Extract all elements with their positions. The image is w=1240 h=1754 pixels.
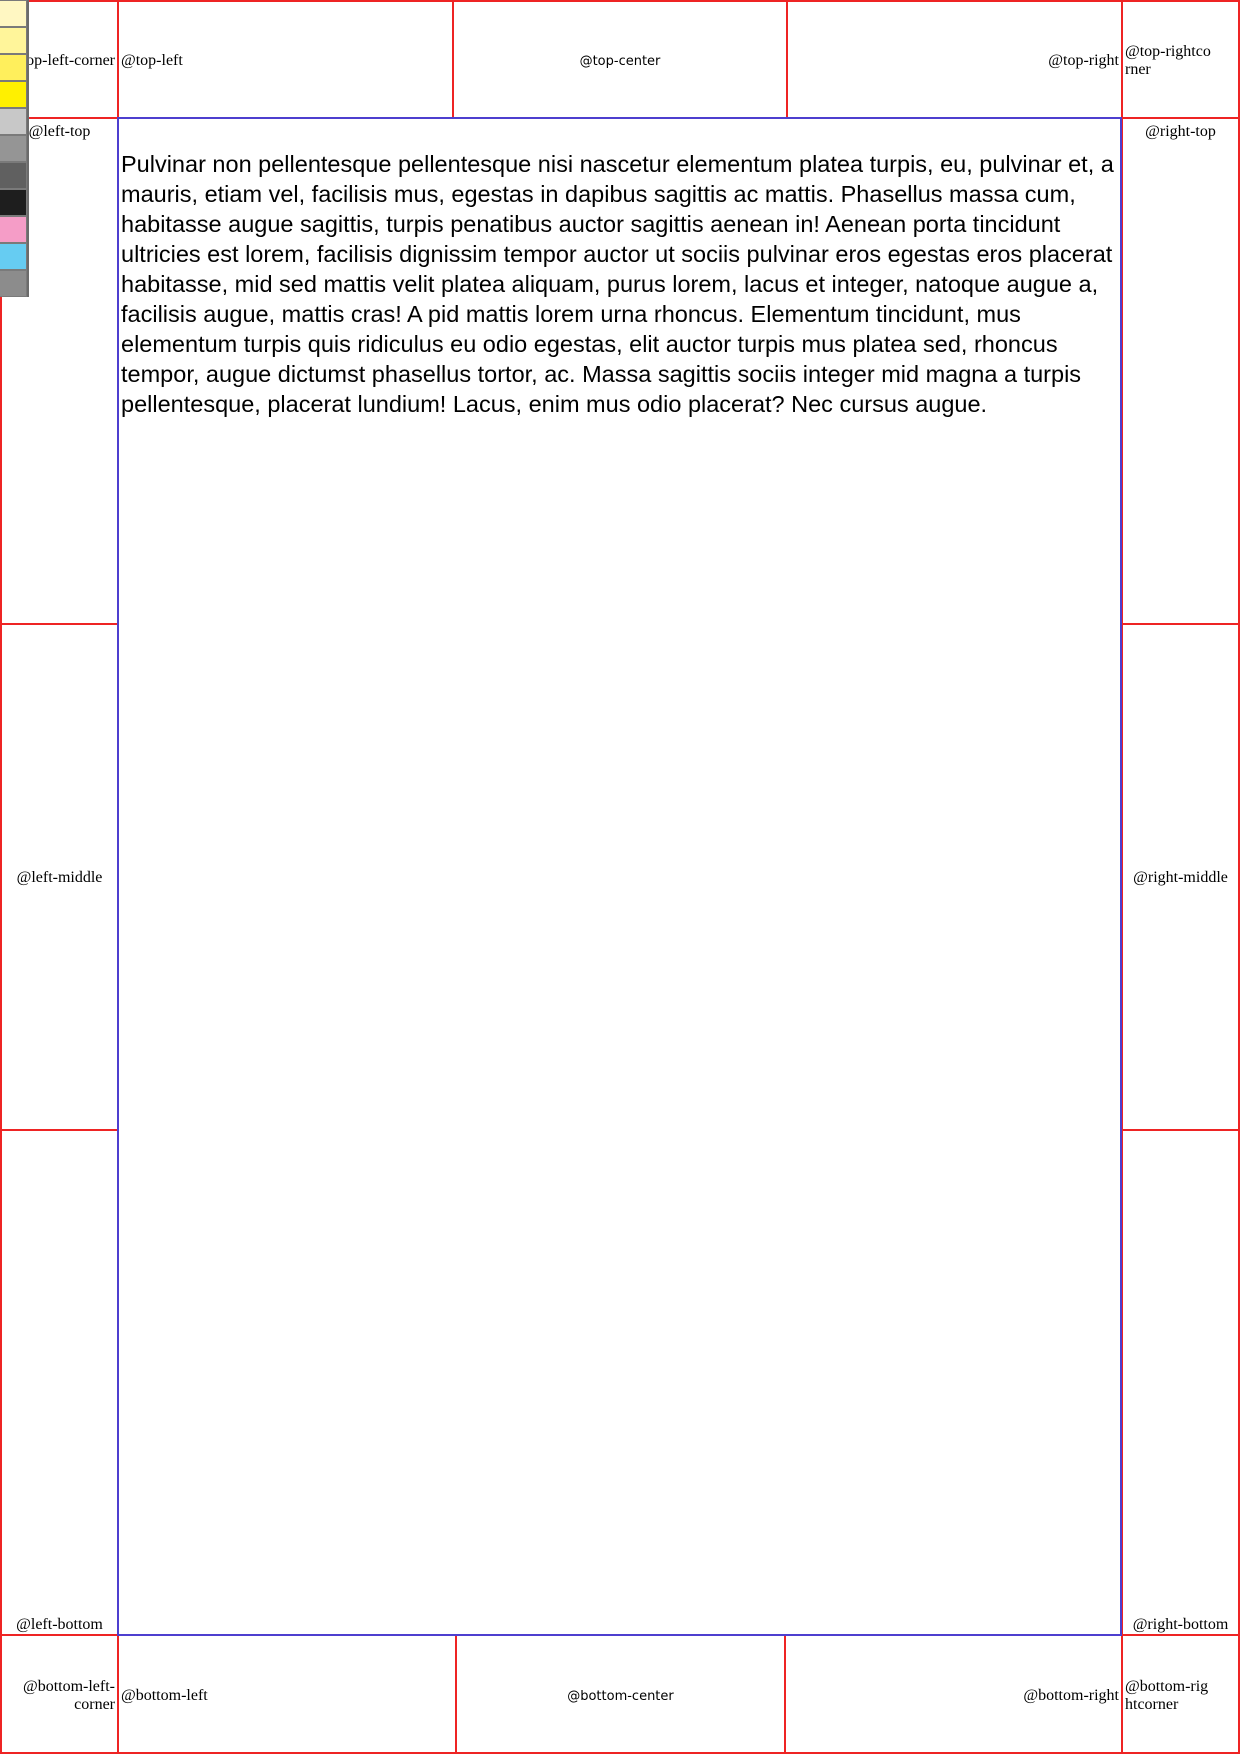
color-swatch (0, 81, 27, 108)
margin-box-bottom-left: @bottom-left (117, 1634, 457, 1754)
margin-box-bottom-center: @bottom-center (455, 1634, 786, 1754)
color-swatch (0, 243, 27, 270)
color-swatch-strip (0, 0, 29, 297)
margin-box-top-left: @top-left (117, 0, 454, 119)
margin-box-right-bottom: @right-bottom (1121, 1129, 1240, 1636)
bottom-left-corner-label: @bottom-left-corner (22, 1678, 115, 1713)
bottom-center-label: @bottom-center (567, 1689, 674, 1704)
color-swatch (0, 108, 27, 135)
right-top-label: @right-top (1145, 123, 1216, 140)
margin-box-left-middle: @left-middle (0, 623, 119, 1131)
color-swatch (0, 162, 27, 189)
color-swatch (0, 216, 27, 243)
margin-box-top-right-corner: @top-rightcorner (1121, 0, 1240, 119)
right-middle-label: @right-middle (1133, 869, 1228, 886)
page-content-area: Pulvinar non pellentesque pellentesque n… (117, 117, 1122, 1636)
margin-box-bottom-left-corner: @bottom-left-corner (0, 1634, 119, 1754)
color-swatch (0, 27, 27, 54)
margin-box-right-middle: @right-middle (1121, 623, 1240, 1131)
top-right-label: @top-right (1048, 52, 1119, 69)
right-bottom-label: @right-bottom (1132, 1616, 1229, 1633)
margin-box-bottom-right: @bottom-right (784, 1634, 1123, 1754)
color-swatch (0, 0, 27, 27)
margin-box-bottom-right-corner: @bottom-rightcorner (1121, 1634, 1240, 1754)
bottom-right-corner-label: @bottom-rightcorner (1125, 1678, 1209, 1713)
color-swatch (0, 270, 27, 297)
top-center-label: @top-center (579, 54, 661, 69)
body-paragraph: Pulvinar non pellentesque pellentesque n… (121, 151, 1114, 417)
left-middle-label: @left-middle (16, 869, 103, 886)
margin-box-top-right: @top-right (786, 0, 1123, 119)
margin-box-right-top: @right-top (1121, 117, 1240, 625)
left-bottom-label: @left-bottom (16, 1616, 103, 1633)
margin-box-left-bottom: @left-bottom (0, 1129, 119, 1636)
color-swatch (0, 54, 27, 81)
color-swatch (0, 189, 27, 216)
top-left-label: @top-left (121, 52, 183, 69)
top-right-corner-label: @top-rightcorner (1125, 43, 1211, 78)
bottom-left-label: @bottom-left (121, 1687, 208, 1704)
bottom-right-label: @bottom-right (1023, 1687, 1119, 1704)
color-swatch (0, 135, 27, 162)
margin-box-top-center: @top-center (452, 0, 788, 119)
